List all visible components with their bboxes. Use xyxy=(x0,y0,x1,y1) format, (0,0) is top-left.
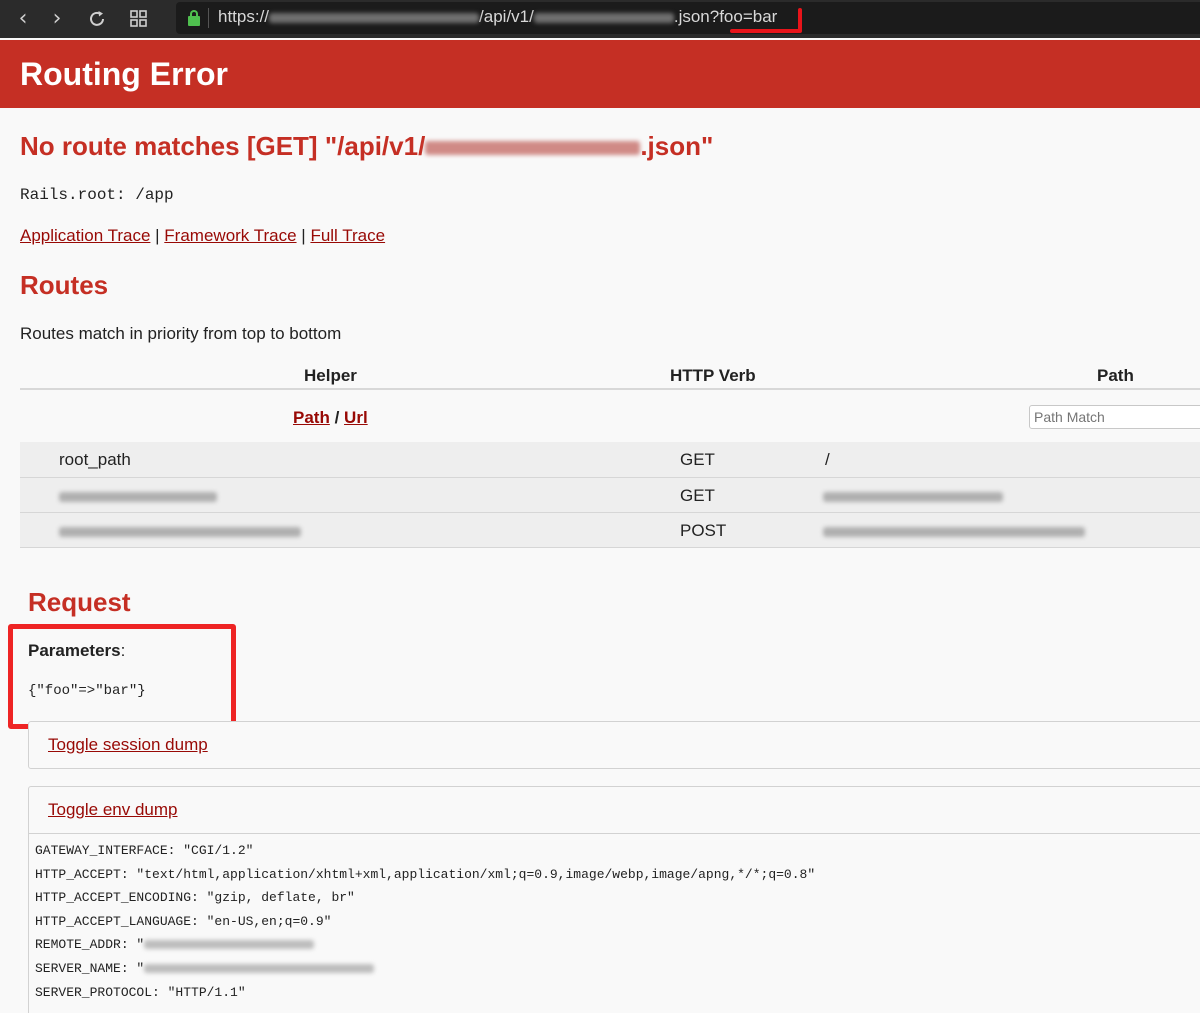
framework-trace-link[interactable]: Framework Trace xyxy=(164,226,296,245)
redacted-server-name xyxy=(144,964,375,974)
full-trace-link[interactable]: Full Trace xyxy=(310,226,385,245)
grid-icon[interactable] xyxy=(126,6,152,32)
toggle-session-dump-link[interactable]: Toggle session dump xyxy=(48,735,208,755)
column-header-path: Path xyxy=(1097,366,1134,385)
redacted-remote-addr xyxy=(144,940,315,950)
column-header-verb: HTTP Verb xyxy=(670,366,756,385)
page-title: Routing Error xyxy=(20,56,228,92)
table-row: root_path GET / xyxy=(20,442,1200,477)
env-line: SERVER_NAME: " xyxy=(35,961,375,976)
rails-root: Rails.root: /app xyxy=(20,186,174,204)
trace-separator: | xyxy=(301,226,306,245)
application-trace-link[interactable]: Application Trace xyxy=(20,226,150,245)
url-link[interactable]: Url xyxy=(344,408,368,427)
table-row: POST xyxy=(20,513,1200,548)
table-header-divider xyxy=(20,388,1200,390)
route-path-value xyxy=(823,526,1085,537)
route-helper xyxy=(59,486,217,506)
annotation-underline xyxy=(730,29,802,33)
env-line: HTTP_ACCEPT: "text/html,application/xhtm… xyxy=(35,867,816,882)
redacted-route xyxy=(425,141,641,156)
env-line-text: REMOTE_ADDR: " xyxy=(35,937,145,952)
request-heading: Request xyxy=(28,587,131,617)
annotation-box xyxy=(8,624,236,729)
chevron-left-icon[interactable]: ‹ xyxy=(10,6,36,32)
route-path xyxy=(823,521,1085,541)
chevron-right-icon[interactable]: › xyxy=(44,6,70,32)
env-line: REMOTE_ADDR: " xyxy=(35,937,315,952)
path-match-input[interactable] xyxy=(1029,405,1200,429)
route-verb: POST xyxy=(680,521,727,540)
route-helper-value xyxy=(59,526,301,537)
helper-toggle-slash: / xyxy=(334,408,340,427)
error-header: Routing Error xyxy=(0,40,1200,108)
error-message-prefix: No route matches [GET] "/api/v1/ xyxy=(20,131,426,161)
env-line: SERVER_PROTOCOL: "HTTP/1.1" xyxy=(35,985,246,1000)
route-helper xyxy=(59,521,301,541)
env-line: HTTP_ACCEPT_LANGUAGE: "en-US,en;q=0.9" xyxy=(35,914,332,929)
env-line: GATEWAY_INTERFACE: "CGI/1.2" xyxy=(35,843,254,858)
route-verb: GET xyxy=(680,450,715,469)
row-divider xyxy=(20,547,1200,548)
path-link[interactable]: Path xyxy=(293,408,330,427)
route-path: / xyxy=(825,450,830,469)
redacted-host xyxy=(269,12,480,23)
route-path-value xyxy=(823,491,1003,502)
env-line: HTTP_ACCEPT_ENCODING: "gzip, deflate, br… xyxy=(35,890,355,905)
url-text[interactable]: https:// /api/v1/ .json?foo=bar xyxy=(218,7,777,27)
address-bar[interactable]: https:// /api/v1/ .json?foo=bar xyxy=(176,2,1200,34)
browser-toolbar: ‹ › https:// /api/v1/ .json?foo=bar xyxy=(0,0,1200,38)
trace-separator: | xyxy=(155,226,160,245)
url-suffix: .json?foo=bar xyxy=(673,7,778,26)
routes-subtitle: Routes match in priority from top to bot… xyxy=(20,324,342,343)
session-dump: Toggle session dump xyxy=(28,721,1200,769)
url-separator xyxy=(208,8,209,28)
column-header-helper: Helper xyxy=(304,366,357,385)
route-verb: GET xyxy=(680,486,715,505)
annotation-underline-tick xyxy=(798,8,802,32)
route-path xyxy=(823,486,1003,506)
trace-links: Application Trace | Framework Trace | Fu… xyxy=(20,226,385,246)
env-line-text: SERVER_NAME: " xyxy=(35,961,145,976)
toggle-env-dump-link[interactable]: Toggle env dump xyxy=(48,800,177,820)
reload-icon[interactable] xyxy=(84,6,110,32)
route-helper: root_path xyxy=(59,450,131,469)
helper-toggle: Path / Url xyxy=(293,408,368,428)
url-middle: /api/v1/ xyxy=(479,7,534,26)
route-helper-value xyxy=(59,491,217,502)
error-message: No route matches [GET] "/api/v1/ .json" xyxy=(20,131,713,162)
error-message-suffix: .json" xyxy=(640,131,714,161)
lock-icon xyxy=(188,10,200,26)
env-dump-divider xyxy=(29,833,1200,834)
url-prefix: https:// xyxy=(218,7,270,26)
table-row: GET xyxy=(20,478,1200,513)
routes-heading: Routes xyxy=(20,270,109,300)
redacted-path xyxy=(533,12,674,23)
